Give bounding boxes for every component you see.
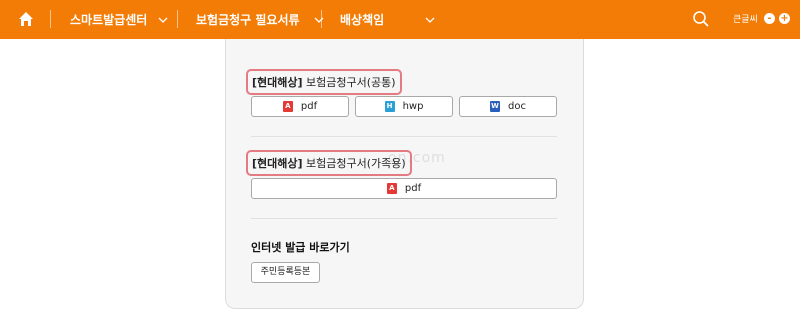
search-icon[interactable] <box>692 10 710 28</box>
pdf-icon: A <box>282 101 293 112</box>
nav-item-label: 배상책임 <box>340 13 385 27</box>
download-pdf-family-button[interactable]: A pdf <box>251 178 557 199</box>
insurer-tag: [현대해상] <box>252 76 303 89</box>
hwp-icon: H <box>384 101 395 112</box>
resident-registration-button[interactable]: 주민등록등본 <box>251 262 320 283</box>
home-icon[interactable] <box>18 11 34 27</box>
download-label: hwp <box>402 101 424 112</box>
download-hwp-button[interactable]: H hwp <box>355 96 453 117</box>
nav-item-smart-issue[interactable]: 스마트발급센터 <box>70 0 168 39</box>
top-nav-bar: 스마트발급센터 보험금청구 필요서류 배상책임 큰글씨 - + <box>0 0 800 39</box>
pdf-icon: A <box>386 183 397 194</box>
section-divider <box>251 218 557 219</box>
download-doc-button[interactable]: W doc <box>459 96 557 117</box>
download-label: pdf <box>404 183 422 194</box>
download-pdf-button[interactable]: A pdf <box>251 96 349 117</box>
section-title-family: [현대해상] 보험금청구서(가족용) <box>246 150 412 176</box>
chevron-down-icon <box>158 17 168 23</box>
section-title-text: 보험금청구서(가족용) <box>302 157 406 170</box>
nav-item-label: 스마트발급센터 <box>70 13 148 27</box>
download-label: pdf <box>300 101 318 112</box>
nav-item-claim-documents[interactable]: 보험금청구 필요서류 <box>196 0 324 39</box>
nav-item-label: 보험금청구 필요서류 <box>196 13 300 27</box>
font-size-label: 큰글씨 <box>733 15 758 25</box>
chevron-down-icon <box>314 17 324 23</box>
download-label: doc <box>508 101 526 112</box>
nav-divider <box>50 10 51 28</box>
section-title-common: [현대해상] 보험금청구서(공통) <box>246 69 402 95</box>
nav-divider <box>321 10 322 28</box>
nav-item-liability[interactable]: 배상책임 <box>340 0 435 39</box>
section-title-text: 보험금청구서(공통) <box>302 76 396 89</box>
internet-issue-title: 인터넷 발급 바로가기 <box>251 241 350 254</box>
font-increase-button[interactable]: + <box>779 13 790 24</box>
font-decrease-button[interactable]: - <box>764 13 775 24</box>
section-divider <box>251 136 557 137</box>
nav-divider <box>177 10 178 28</box>
doc-icon: W <box>490 101 501 112</box>
chevron-down-icon <box>425 17 435 23</box>
insurer-tag: [현대해상] <box>252 157 303 170</box>
